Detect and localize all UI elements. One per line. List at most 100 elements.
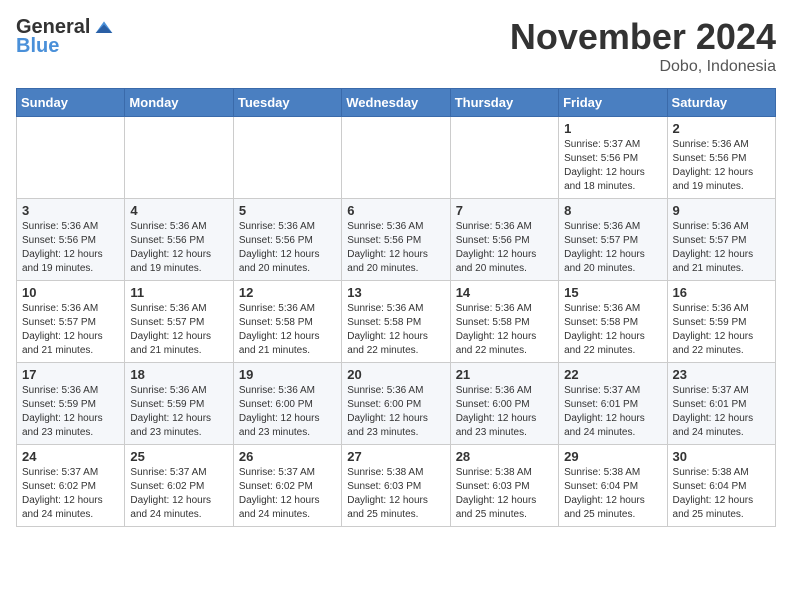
logo: General Blue xyxy=(16,16,114,58)
day-info: Sunrise: 5:36 AMSunset: 5:56 PMDaylight:… xyxy=(673,138,770,194)
day-number: 4 xyxy=(130,203,227,218)
location: Dobo, Indonesia xyxy=(510,58,776,76)
weekday-header-tuesday: Tuesday xyxy=(233,89,341,117)
day-info: Sunrise: 5:36 AMSunset: 5:57 PMDaylight:… xyxy=(564,220,661,276)
weekday-header-wednesday: Wednesday xyxy=(342,89,450,117)
day-info: Sunrise: 5:38 AMSunset: 6:03 PMDaylight:… xyxy=(347,466,444,522)
weekday-header-saturday: Saturday xyxy=(667,89,775,117)
day-info: Sunrise: 5:36 AMSunset: 5:58 PMDaylight:… xyxy=(564,302,661,358)
day-cell xyxy=(17,117,125,199)
day-cell: 14Sunrise: 5:36 AMSunset: 5:58 PMDayligh… xyxy=(450,281,558,363)
day-cell xyxy=(233,117,341,199)
day-info: Sunrise: 5:36 AMSunset: 5:56 PMDaylight:… xyxy=(239,220,336,276)
day-info: Sunrise: 5:37 AMSunset: 6:02 PMDaylight:… xyxy=(130,466,227,522)
day-number: 10 xyxy=(22,285,119,300)
day-info: Sunrise: 5:36 AMSunset: 5:59 PMDaylight:… xyxy=(22,384,119,440)
day-number: 7 xyxy=(456,203,553,218)
day-cell: 18 Sunrise: 5:36 AMSunset: 5:59 PMDayligh… xyxy=(125,363,233,445)
day-cell: 22 Sunrise: 5:37 AMSunset: 6:01 PMDayligh… xyxy=(559,363,667,445)
day-number: 2 xyxy=(673,121,770,136)
day-number: 3 xyxy=(22,203,119,218)
day-cell: 10Sunrise: 5:36 AMSunset: 5:57 PMDayligh… xyxy=(17,281,125,363)
day-info: Sunrise: 5:38 AMSunset: 6:03 PMDaylight:… xyxy=(456,466,553,522)
day-number: 18 xyxy=(130,367,227,382)
day-number: 16 xyxy=(673,285,770,300)
weekday-header-sunday: Sunday xyxy=(17,89,125,117)
day-number: 8 xyxy=(564,203,661,218)
day-number: 25 xyxy=(130,449,227,464)
day-number: 12 xyxy=(239,285,336,300)
day-info: Sunrise: 5:36 AMSunset: 5:59 PMDaylight:… xyxy=(130,384,227,440)
day-info: Sunrise: 5:37 AMSunset: 6:02 PMDaylight:… xyxy=(239,466,336,522)
day-cell: 8 Sunrise: 5:36 AMSunset: 5:57 PMDaylight… xyxy=(559,199,667,281)
day-number: 1 xyxy=(564,121,661,136)
day-info: Sunrise: 5:36 AMSunset: 5:57 PMDaylight:… xyxy=(673,220,770,276)
day-cell: 4 Sunrise: 5:36 AMSunset: 5:56 PMDaylight… xyxy=(125,199,233,281)
day-info: Sunrise: 5:36 AMSunset: 5:56 PMDaylight:… xyxy=(22,220,119,276)
day-cell: 15 Sunrise: 5:36 AMSunset: 5:58 PMDayligh… xyxy=(559,281,667,363)
day-info: Sunrise: 5:36 AMSunset: 6:00 PMDaylight:… xyxy=(347,384,444,440)
day-info: Sunrise: 5:37 AMSunset: 6:01 PMDaylight:… xyxy=(673,384,770,440)
day-cell: 13 Sunrise: 5:36 AMSunset: 5:58 PMDayligh… xyxy=(342,281,450,363)
day-info: Sunrise: 5:36 AMSunset: 5:58 PMDaylight:… xyxy=(347,302,444,358)
day-cell: 12Sunrise: 5:36 AMSunset: 5:58 PMDayligh… xyxy=(233,281,341,363)
week-row-1: 1 Sunrise: 5:37 AMSunset: 5:56 PMDaylight… xyxy=(17,117,776,199)
day-info: Sunrise: 5:36 AMSunset: 5:56 PMDaylight:… xyxy=(347,220,444,276)
logo-icon xyxy=(94,18,114,38)
day-info: Sunrise: 5:36 AMSunset: 5:57 PMDaylight:… xyxy=(130,302,227,358)
day-number: 6 xyxy=(347,203,444,218)
day-number: 21 xyxy=(456,367,553,382)
page-header: General Blue November 2024 Dobo, Indones… xyxy=(16,16,776,76)
day-cell: 17 Sunrise: 5:36 AMSunset: 5:59 PMDayligh… xyxy=(17,363,125,445)
day-cell: 11 Sunrise: 5:36 AMSunset: 5:57 PMDayligh… xyxy=(125,281,233,363)
day-cell: 27 Sunrise: 5:38 AMSunset: 6:03 PMDayligh… xyxy=(342,445,450,527)
day-number: 20 xyxy=(347,367,444,382)
week-row-3: 10 Sunrise: 5:36 AMSunset: 5:57 PMDayligh… xyxy=(17,281,776,363)
day-info: Sunrise: 5:36 AMSunset: 6:00 PMDaylight:… xyxy=(239,384,336,440)
day-number: 29 xyxy=(564,449,661,464)
day-number: 22 xyxy=(564,367,661,382)
day-info: Sunrise: 5:37 AMSunset: 5:56 PMDaylight:… xyxy=(564,138,661,194)
day-info: Sunrise: 5:37 AMSunset: 6:01 PMDaylight:… xyxy=(564,384,661,440)
day-info: Sunrise: 5:36 AMSunset: 6:00 PMDaylight:… xyxy=(456,384,553,440)
day-number: 15 xyxy=(564,285,661,300)
weekday-header-monday: Monday xyxy=(125,89,233,117)
week-row-2: 3 Sunrise: 5:36 AMSunset: 5:56 PMDaylight… xyxy=(17,199,776,281)
day-cell xyxy=(342,117,450,199)
day-cell: 28 Sunrise: 5:38 AMSunset: 6:03 PMDayligh… xyxy=(450,445,558,527)
title-block: November 2024 Dobo, Indonesia xyxy=(510,16,776,76)
day-number: 9 xyxy=(673,203,770,218)
day-info: Sunrise: 5:37 AMSunset: 6:02 PMDaylight:… xyxy=(22,466,119,522)
day-cell: 30Sunrise: 5:38 AMSunset: 6:04 PMDayligh… xyxy=(667,445,775,527)
day-number: 17 xyxy=(22,367,119,382)
day-cell: 24Sunrise: 5:37 AMSunset: 6:02 PMDayligh… xyxy=(17,445,125,527)
day-cell: 9 Sunrise: 5:36 AMSunset: 5:57 PMDaylight… xyxy=(667,199,775,281)
day-number: 28 xyxy=(456,449,553,464)
day-number: 27 xyxy=(347,449,444,464)
day-cell: 1 Sunrise: 5:37 AMSunset: 5:56 PMDaylight… xyxy=(559,117,667,199)
week-row-5: 24Sunrise: 5:37 AMSunset: 6:02 PMDayligh… xyxy=(17,445,776,527)
day-cell: 21 Sunrise: 5:36 AMSunset: 6:00 PMDayligh… xyxy=(450,363,558,445)
month-title: November 2024 xyxy=(510,16,776,58)
day-cell: 7 Sunrise: 5:36 AMSunset: 5:56 PMDaylight… xyxy=(450,199,558,281)
week-row-4: 17 Sunrise: 5:36 AMSunset: 5:59 PMDayligh… xyxy=(17,363,776,445)
day-cell: 26Sunrise: 5:37 AMSunset: 6:02 PMDayligh… xyxy=(233,445,341,527)
weekday-header-friday: Friday xyxy=(559,89,667,117)
day-number: 19 xyxy=(239,367,336,382)
day-cell: 29Sunrise: 5:38 AMSunset: 6:04 PMDayligh… xyxy=(559,445,667,527)
day-cell: 19 Sunrise: 5:36 AMSunset: 6:00 PMDayligh… xyxy=(233,363,341,445)
calendar-table: SundayMondayTuesdayWednesdayThursdayFrid… xyxy=(16,88,776,527)
day-info: Sunrise: 5:36 AMSunset: 5:56 PMDaylight:… xyxy=(456,220,553,276)
day-info: Sunrise: 5:36 AMSunset: 5:56 PMDaylight:… xyxy=(130,220,227,276)
day-number: 30 xyxy=(673,449,770,464)
weekday-header-thursday: Thursday xyxy=(450,89,558,117)
day-cell xyxy=(125,117,233,199)
day-cell: 5Sunrise: 5:36 AMSunset: 5:56 PMDaylight… xyxy=(233,199,341,281)
logo-blue: Blue xyxy=(16,35,59,58)
day-cell: 20 Sunrise: 5:36 AMSunset: 6:00 PMDayligh… xyxy=(342,363,450,445)
day-number: 11 xyxy=(130,285,227,300)
day-cell: 16 Sunrise: 5:36 AMSunset: 5:59 PMDayligh… xyxy=(667,281,775,363)
day-info: Sunrise: 5:36 AMSunset: 5:59 PMDaylight:… xyxy=(673,302,770,358)
day-cell: 3 Sunrise: 5:36 AMSunset: 5:56 PMDaylight… xyxy=(17,199,125,281)
day-number: 13 xyxy=(347,285,444,300)
